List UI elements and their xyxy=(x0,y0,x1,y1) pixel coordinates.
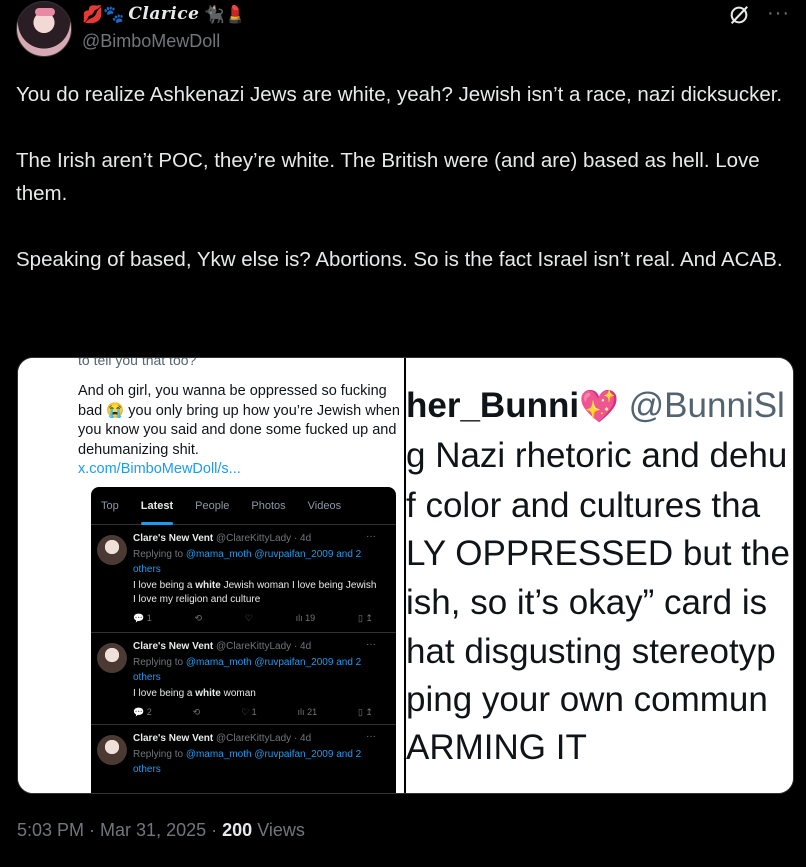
display-name-row[interactable]: 💋🐾 Clarice 🐈‍⬛💄 xyxy=(82,2,246,26)
views-count: 200 xyxy=(222,820,253,840)
tweet-paragraph: The Irish aren’t POC, they’re white. The… xyxy=(16,149,760,205)
quoted-link: x.com/BimboMewDoll/s... xyxy=(78,461,241,477)
tweet-time[interactable]: 5:03 PM xyxy=(17,820,84,840)
reply-icon: 💬 2 xyxy=(133,707,152,717)
mini-body: I love being a white woman xyxy=(133,688,256,699)
tweet-footer: 5:03 PM · Mar 31, 2025 · 200 Views xyxy=(17,820,305,840)
mini-tweet: Clare's New Vent @ClareKittyLady · 4d ··… xyxy=(91,633,396,725)
more-icon: ··· xyxy=(366,531,376,542)
zoomed-text-line: LY OPPRESSED but the xyxy=(406,534,790,573)
bookmark-icon: ▯ ↥ xyxy=(357,707,373,717)
avatar xyxy=(97,535,127,565)
zoomed-text-line: hat disgusting stereotyp xyxy=(406,632,776,671)
tweet-paragraph: Speaking of based, Ykw else is? Abortion… xyxy=(16,248,783,271)
avatar xyxy=(97,643,127,673)
sparkling-heart-emoji: 💖 xyxy=(579,388,619,424)
media-attachment[interactable]: to tell you that too? And oh girl, you w… xyxy=(17,357,794,794)
zoomed-text-line: ARMING IT xyxy=(406,728,587,767)
views-icon: ılı 21 xyxy=(297,707,318,717)
views-label: Views xyxy=(257,820,305,840)
like-icon: ♡ xyxy=(244,613,253,623)
mini-tweet: Clare's New Vent @ClareKittyLady · 4d ··… xyxy=(91,725,396,793)
zoomed-text-line: ping your own commun xyxy=(406,680,768,719)
zoomed-name: her_Bunni xyxy=(406,386,580,425)
avatar xyxy=(97,735,127,765)
tweet-paragraph: You do realize Ashkenazi Jews are white,… xyxy=(16,83,783,106)
mini-tweet: Clare's New Vent @ClareKittyLady · 4d ··… xyxy=(91,525,396,633)
quoted-body: And oh girl, you wanna be oppressed so f… xyxy=(78,383,400,458)
user-handle[interactable]: @BimboMewDoll xyxy=(82,31,220,52)
tweet-text: You do realize Ashkenazi Jews are white,… xyxy=(16,78,796,276)
search-tabs: Top Latest People Photos Videos xyxy=(91,487,396,525)
zoomed-text-line: f color and cultures tha xyxy=(406,486,761,525)
screenshot-right[interactable]: her_Bunni💖 @BunniSl g Nazi rhetoric and … xyxy=(406,358,793,793)
more-options-icon[interactable]: ··· xyxy=(767,2,790,25)
mini-body: I love being a white Jewish woman I love… xyxy=(133,580,377,605)
tweet-date[interactable]: Mar 31, 2025 xyxy=(100,820,206,840)
quoted-text: And oh girl, you wanna be oppressed so f… xyxy=(78,382,400,480)
retweet-icon: ⟲ xyxy=(192,707,201,717)
mini-tweet-header: Clare's New Vent @ClareKittyLady · 4d xyxy=(133,641,312,652)
mini-author: Clare's New Vent xyxy=(133,533,214,544)
mini-tweet-header: Clare's New Vent @ClareKittyLady · 4d xyxy=(133,733,312,744)
cat-lipstick-emoji: 🐈‍⬛💄 xyxy=(203,4,246,24)
screenshot-left[interactable]: to tell you that too? And oh girl, you w… xyxy=(18,357,405,793)
tweet-header: 💋🐾 Clarice 🐈‍⬛💄 @BimboMewDoll ··· xyxy=(16,0,790,70)
more-icon: ··· xyxy=(366,731,376,742)
reply-icon: 💬 1 xyxy=(133,613,152,623)
zoomed-text-line: g Nazi rhetoric and dehu xyxy=(406,436,788,475)
more-icon: ··· xyxy=(366,639,376,650)
cut-off-text: to tell you that too? xyxy=(78,357,197,368)
tab-videos: Videos xyxy=(307,499,342,512)
zoomed-handle: @BunniSl xyxy=(628,386,785,425)
grok-icon[interactable] xyxy=(728,4,750,26)
mini-tweet-header: Clare's New Vent @ClareKittyLady · 4d xyxy=(133,533,311,544)
replying-to: Replying to @mama_moth @ruvpaifan_2009 a… xyxy=(133,657,362,683)
retweet-icon: ⟲ xyxy=(194,613,203,623)
tab-top: Top xyxy=(101,499,119,512)
lips-paw-emoji: 💋🐾 xyxy=(82,4,125,24)
zoomed-header: her_Bunni💖 @BunniSl xyxy=(406,386,785,426)
tab-latest: Latest xyxy=(140,487,174,525)
views-icon: ılı 19 xyxy=(295,613,316,623)
replying-to: Replying to @mama_moth @ruvpaifan_2009 a… xyxy=(133,549,362,575)
tab-photos: Photos xyxy=(251,499,286,512)
like-icon: ♡ 1 xyxy=(241,707,257,717)
tab-people: People xyxy=(195,499,230,512)
search-results-screenshot: Top Latest People Photos Videos Clare's … xyxy=(91,487,396,793)
zoomed-text-line: ish, so it’s okay” card is xyxy=(406,583,768,622)
mini-actions: 💬 1 ⟲ ♡ ılı 19 ▯ ↥ xyxy=(133,613,373,624)
mini-meta: @ClareKittyLady · 4d xyxy=(215,533,312,544)
bookmark-icon: ▯ ↥ xyxy=(357,613,373,623)
display-name[interactable]: Clarice xyxy=(128,4,199,24)
avatar[interactable] xyxy=(16,1,72,57)
mini-actions: 💬 2 ⟲ ♡ 1 ılı 21 ▯ ↥ xyxy=(133,707,373,718)
replying-to: Replying to @mama_moth @ruvpaifan_2009 a… xyxy=(133,749,362,775)
